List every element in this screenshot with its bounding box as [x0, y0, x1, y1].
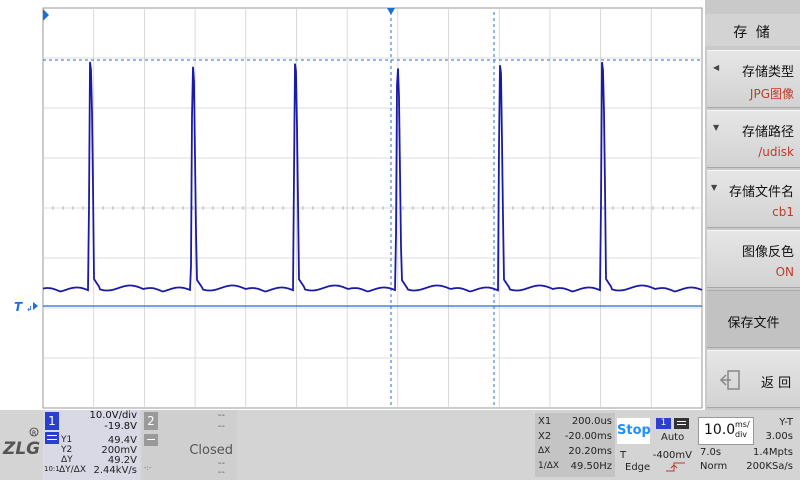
- inv-dx-value: 49.50Hz: [570, 461, 612, 472]
- channel2-coupling-icon: [144, 434, 158, 446]
- menu-title: 存 储: [705, 14, 800, 46]
- dx-label: ΔX: [538, 446, 551, 456]
- trigger-marker-icon: ↲: [26, 305, 33, 313]
- channel2-panel[interactable]: 2 -- -- Closed -- -- -:-: [142, 410, 237, 480]
- back-label: 返 回: [761, 376, 792, 391]
- arrow-left-icon: ◀: [713, 63, 720, 72]
- channel1-offset-marker-icon[interactable]: [33, 302, 38, 310]
- acquire-mode: Norm: [700, 461, 728, 472]
- waveform-display[interactable]: T ↲: [0, 0, 705, 410]
- timebase-panel[interactable]: 10.0 ms/ div Y-T 3.00s 7.0s 1.4Mpts Norm…: [697, 413, 797, 477]
- trigger-level-marker[interactable]: T ↲: [14, 300, 32, 314]
- menu-item-file-name[interactable]: ▼ 存储文件名 cb1: [707, 170, 800, 228]
- window-time: 7.0s: [700, 447, 722, 458]
- channel2-badge: 2: [144, 412, 158, 430]
- brand-logo-area: ZLG R: [0, 410, 42, 480]
- trigger-level-value: -400mV: [652, 450, 692, 461]
- back-icon: [719, 370, 740, 390]
- trigger-marker-label: T: [14, 300, 23, 314]
- channel1-vdiv: 10.0V/div: [89, 410, 137, 421]
- svg-text:R: R: [32, 430, 36, 437]
- menu-item-storage-path[interactable]: ▼ 存储路径 /udisk: [707, 110, 800, 168]
- menu-item-label: 存储路径: [741, 125, 794, 140]
- waveform-grid: [33, 7, 703, 409]
- x2-label: X2: [538, 431, 552, 442]
- trigger-level-label: T: [620, 450, 627, 461]
- back-button[interactable]: 返 回: [707, 350, 800, 408]
- menu-item-invert-image[interactable]: 图像反色 ON: [707, 230, 800, 288]
- probe-ratio: 10:1: [44, 465, 60, 473]
- dydx-label: ΔY/ΔX: [59, 465, 87, 475]
- arrow-down-icon: ▼: [711, 183, 718, 192]
- menu-item-label: 图像反色: [741, 245, 794, 260]
- channel1-trace: [42, 61, 703, 293]
- horizontal-delay: 3.00s: [765, 431, 793, 442]
- status-bar: ZLG R 1 10.0V/div -19.8V Y1 49.4V Y2 200…: [0, 410, 800, 480]
- save-menu-panel: 存 储 ◀ 存储类型 JPG图像 ▼ 存储路径 /udisk ▼ 存储文件名 c…: [705, 0, 800, 410]
- menu-item-label: 存储类型: [741, 65, 794, 80]
- display-mode: Y-T: [779, 417, 793, 428]
- channel2-offset: --: [217, 421, 225, 432]
- trigger-position-marker-icon[interactable]: [387, 8, 395, 15]
- channel2-probe-icon: -:-: [144, 464, 152, 472]
- brand-logo: ZLG R: [2, 427, 40, 459]
- trigger-level-panel[interactable]: T -400mV Edge: [617, 449, 695, 477]
- memory-depth: 1.4Mpts: [752, 447, 793, 458]
- dc-coupling-icon: [45, 432, 59, 444]
- trigger-mode-panel[interactable]: 1 Auto: [654, 413, 694, 449]
- save-file-label: 保存文件: [727, 316, 780, 331]
- channel2-status: Closed: [189, 443, 233, 458]
- sample-rate: 200KSa/s: [746, 461, 793, 472]
- channel1-badge: 1: [45, 412, 59, 430]
- menu-item-value: ON: [775, 265, 794, 279]
- svg-text:ZLG: ZLG: [2, 439, 40, 459]
- dx-value: 20.20ms: [568, 446, 612, 457]
- timebase-unit-top: ms/: [735, 420, 750, 429]
- x1-value: 200.0us: [571, 416, 612, 427]
- rising-edge-icon: [666, 462, 685, 472]
- channel1-offset: -19.8V: [104, 421, 137, 432]
- run-stop-button[interactable]: Stop: [617, 418, 651, 444]
- menu-item-value: cb1: [772, 205, 794, 219]
- channel2-line5: --: [217, 467, 225, 478]
- arrow-down-icon: ▼: [713, 123, 720, 132]
- left-edge-marker-icon: [43, 9, 49, 21]
- save-file-button[interactable]: 保存文件: [707, 290, 800, 348]
- inv-dx-label: 1/ΔX: [538, 461, 560, 471]
- dy-label: ΔY: [61, 455, 73, 465]
- timebase-box: 10.0 ms/ div: [698, 417, 754, 445]
- menu-item-value: /udisk: [758, 145, 794, 159]
- y2-label: Y2: [61, 445, 73, 455]
- trigger-type: Edge: [625, 462, 651, 473]
- dydx-value: 2.44kV/s: [93, 465, 137, 476]
- timebase-value: 10.0: [704, 422, 736, 438]
- menu-item-label: 存储文件名: [728, 185, 794, 200]
- cursor-x-panel[interactable]: X1 200.0us X2 -20.00ms ΔX 20.20ms 1/ΔX 4…: [535, 413, 615, 477]
- trigger-mode: Auto: [661, 432, 685, 443]
- timebase-unit-bottom: div: [735, 430, 748, 439]
- trigger-coupling-icon: [674, 418, 689, 429]
- channel1-panel[interactable]: 1 10.0V/div -19.8V Y1 49.4V Y2 200mV ΔY …: [43, 410, 140, 480]
- trigger-source-badge: 1: [656, 418, 671, 429]
- y1-label: Y1: [61, 435, 73, 445]
- x2-value: -20.00ms: [564, 431, 612, 442]
- menu-item-value: JPG图像: [749, 87, 794, 101]
- channel2-vdiv: --: [217, 410, 225, 421]
- menu-item-storage-type[interactable]: ◀ 存储类型 JPG图像: [707, 50, 800, 108]
- x1-label: X1: [538, 416, 552, 427]
